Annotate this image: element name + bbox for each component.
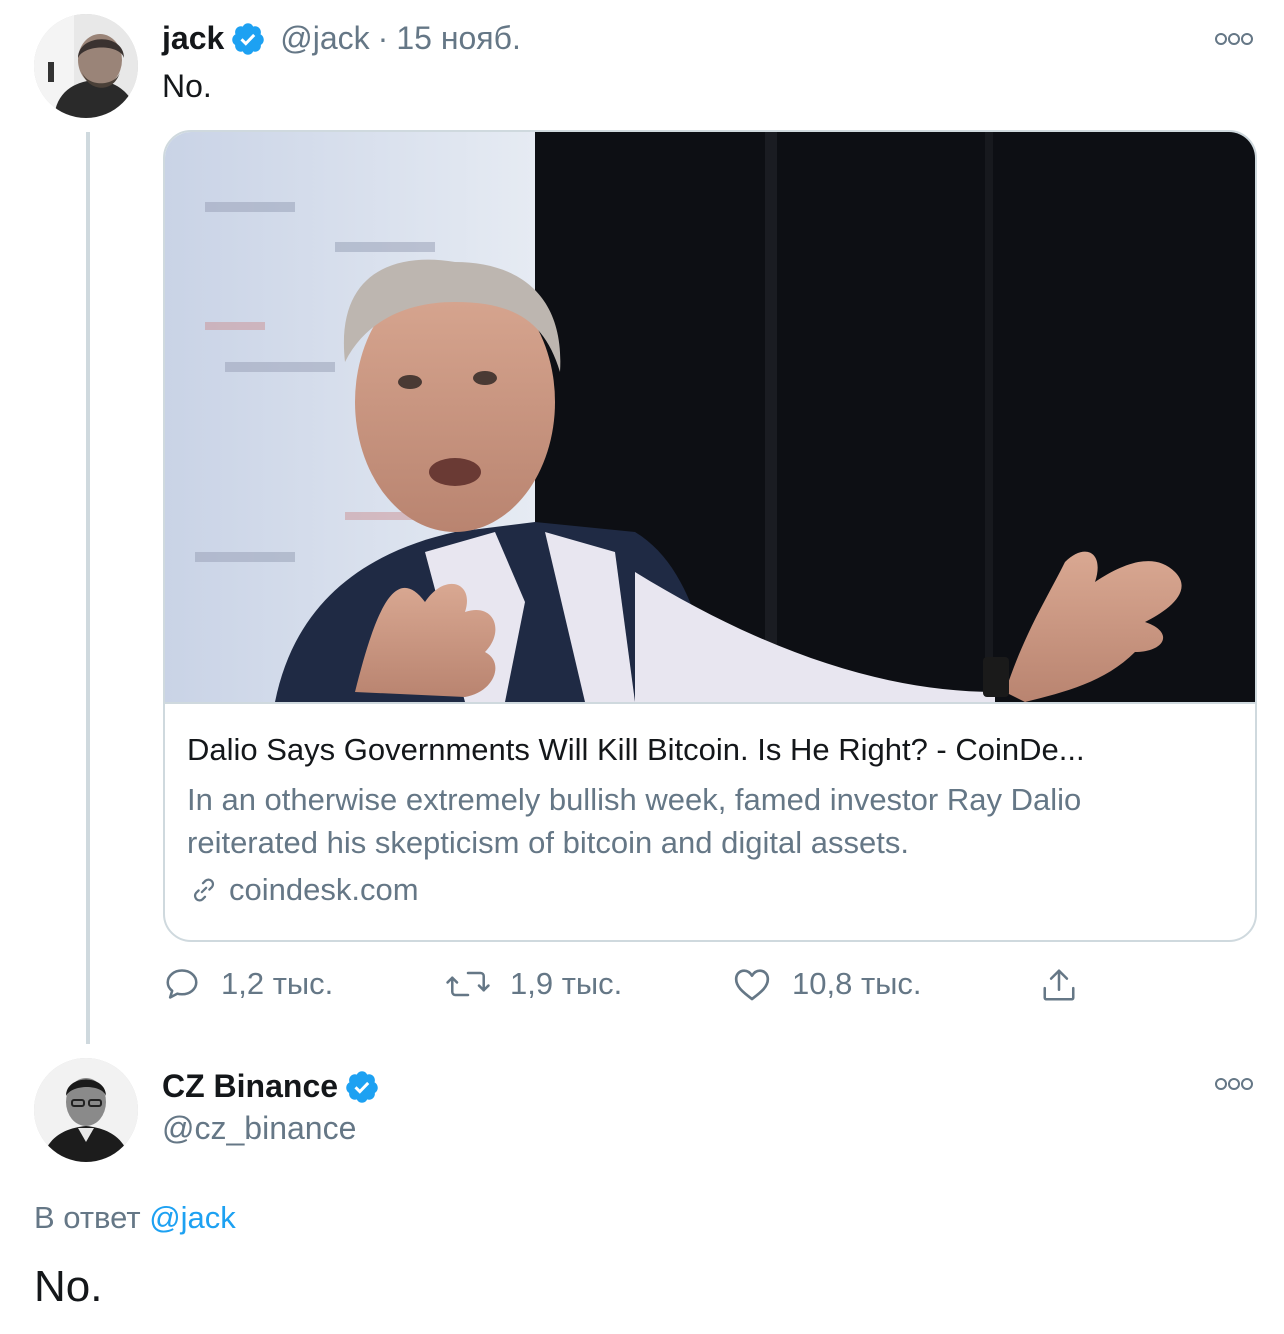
verified-badge-icon [344,1069,380,1105]
avatar-jack-photo [34,14,138,118]
heart-icon [734,969,770,1001]
display-name[interactable]: CZ Binance [162,1068,338,1105]
handle[interactable]: @jack [280,20,369,57]
retweet-icon [446,971,490,997]
speech-bubble-icon [166,969,198,999]
like-count: 10,8 тыс. [792,966,922,1001]
avatar-cz[interactable] [34,1058,138,1162]
card-photo [165,132,1255,702]
reply-tweet-text: No. [34,1262,103,1311]
card-image [165,132,1255,702]
separator-dot: · [377,20,389,56]
link-preview-card[interactable]: Dalio Says Governments Will Kill Bitcoin… [163,130,1257,942]
tweet-header: jack @jack · 15 нояб. [162,20,521,57]
retweet-count: 1,9 тыс. [510,966,623,1001]
avatar-cz-photo [34,1058,138,1162]
more-options-icon[interactable] [1214,1077,1254,1091]
card-title[interactable]: Dalio Says Governments Will Kill Bitcoin… [187,732,1237,768]
link-icon [193,878,215,902]
avatar-jack[interactable] [34,14,138,118]
card-divider [165,702,1255,704]
share-icon [1043,969,1075,1001]
reply-mention-link[interactable]: @jack [149,1200,236,1235]
card-domain-row[interactable]: coindesk.com [187,872,419,908]
share-action[interactable] [1040,965,1078,1005]
tweet-text: No. [162,68,212,104]
card-domain: coindesk.com [229,872,419,907]
replying-to-label: В ответ [34,1200,141,1235]
reply-header: CZ Binance [162,1068,380,1105]
thread-connector-line [86,132,90,1044]
handle[interactable]: @cz_binance [162,1110,356,1147]
replying-to-line: В ответ @jack [34,1200,236,1236]
card-description: In an otherwise extremely bullish week, … [187,782,1082,860]
reply-action[interactable]: 1,2 тыс. [163,965,333,1003]
retweet-action[interactable]: 1,9 тыс. [446,965,622,1003]
display-name[interactable]: jack [162,20,224,57]
tweet-date[interactable]: 15 нояб. [396,20,521,57]
verified-badge-icon [230,21,266,57]
like-action[interactable]: 10,8 тыс. [732,965,922,1003]
more-options-icon[interactable] [1214,32,1254,46]
reply-count: 1,2 тыс. [221,966,334,1001]
